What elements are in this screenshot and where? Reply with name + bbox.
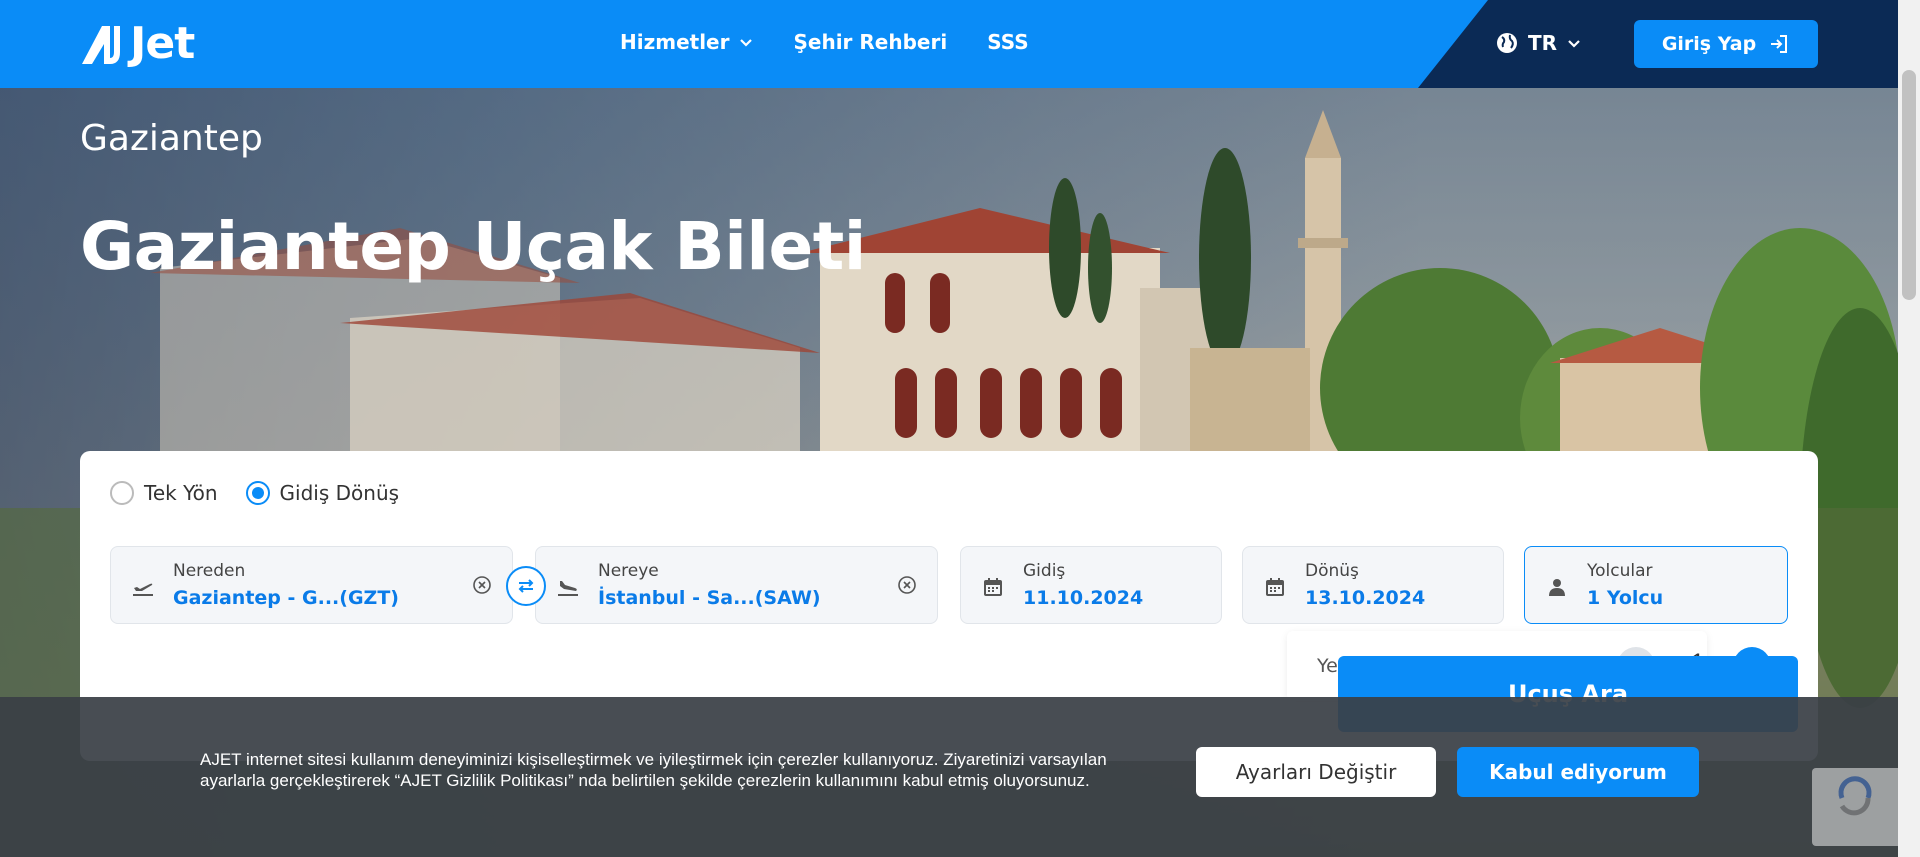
page-title: Gaziantep Uçak Bileti [80,208,866,285]
to-label: Nereye [598,561,659,581]
cookie-accept-button[interactable]: Kabul ediyorum [1457,747,1699,797]
clear-icon[interactable] [472,575,492,595]
passengers-field[interactable]: Yolcular 1 Yolcu [1524,546,1788,624]
page-scrollbar[interactable] [1898,0,1920,857]
calendar-icon [1266,578,1284,596]
nav-sehir-rehberi[interactable]: Şehir Rehberi [793,30,947,54]
cookie-notice-text: AJET internet sitesi kullanım deneyimini… [200,750,1107,790]
trip-type-group: Tek Yön Gidiş Dönüş [110,481,399,505]
cookie-accept-label: Kabul ediyorum [1489,760,1667,784]
nav-hizmetler-label: Hizmetler [620,30,730,54]
radio-off-icon[interactable] [110,481,134,505]
plane-landing-icon [558,581,578,596]
depart-value: 11.10.2024 [1023,587,1144,609]
chevron-down-icon [1568,40,1580,48]
nav-sss-label: SSS [987,30,1029,54]
nav-hizmetler[interactable]: Hizmetler [620,30,753,54]
depart-label: Gidiş [1023,561,1066,581]
cookie-settings-button[interactable]: Ayarları Değiştir [1196,747,1436,797]
passengers-label: Yolcular [1587,561,1653,581]
cookie-settings-label: Ayarları Değiştir [1235,760,1397,784]
trip-type-round-trip-label: Gidiş Dönüş [279,481,400,505]
sign-in-icon [1771,35,1788,53]
nav-sehir-rehberi-label: Şehir Rehberi [793,30,948,54]
main-nav: Hizmetler Şehir Rehberi SSS [620,30,1029,54]
return-value: 13.10.2024 [1305,587,1426,609]
trip-type-round-trip[interactable]: Gidiş Dönüş [245,481,400,505]
language-selector[interactable]: TR [1496,31,1581,55]
ajet-a-logo-icon [82,25,120,64]
clear-icon[interactable] [897,575,917,595]
trip-type-one-way[interactable]: Tek Yön [110,481,218,505]
passengers-value: 1 Yolcu [1587,587,1664,609]
recaptcha-icon [1838,776,1872,816]
recaptcha-badge[interactable] [1812,768,1898,846]
logo-text: Jet [130,18,195,69]
login-button-label: Giriş Yap [1661,33,1757,55]
from-value: Gaziantep - G...(GZT) [173,587,399,609]
chevron-down-icon [740,39,753,47]
plane-takeoff-icon [133,583,153,596]
calendar-icon [984,578,1002,596]
top-navigation-bar: Jet Hizmetler Şehir Rehberi SSS TR Giriş… [0,0,1898,88]
globe-icon [1497,33,1517,53]
swap-airports-button[interactable] [506,566,546,606]
from-label: Nereden [173,561,246,581]
return-label: Dönüş [1305,561,1359,581]
to-value: İstanbul - Sa...(SAW) [598,587,821,609]
scrollbar-thumb[interactable] [1902,70,1916,300]
breadcrumb[interactable]: Gaziantep [80,118,263,159]
radio-on-icon[interactable] [245,481,270,505]
to-field[interactable]: Nereye İstanbul - Sa...(SAW) [535,546,938,624]
depart-date-field[interactable]: Gidiş 11.10.2024 [960,546,1222,624]
return-date-field[interactable]: Dönüş 13.10.2024 [1242,546,1504,624]
ajet-logo[interactable]: Jet [80,18,195,69]
nav-sss[interactable]: SSS [987,30,1028,54]
from-field[interactable]: Nereden Gaziantep - G...(GZT) [110,546,513,624]
swap-icon [518,579,534,593]
person-icon [1549,579,1565,596]
trip-type-one-way-label: Tek Yön [144,481,218,505]
cookie-consent-banner: AJET internet sitesi kullanım deneyimini… [0,697,1920,857]
login-button[interactable]: Giriş Yap [1634,20,1818,68]
language-code: TR [1528,31,1558,55]
